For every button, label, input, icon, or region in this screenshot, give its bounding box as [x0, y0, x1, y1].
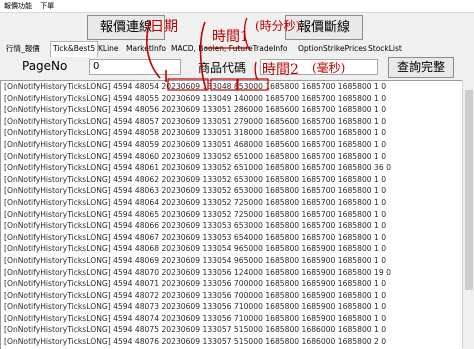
annotation-time1: 時間1: [212, 29, 249, 45]
handwritten-annotations: [146, 17, 269, 91]
annotation-date: 日期: [150, 19, 178, 35]
annotation-time2: 時間2: [262, 62, 299, 78]
annotation-time1-unit: (時分秒): [255, 19, 301, 33]
annotation-time2-unit: (毫秒): [312, 61, 346, 75]
